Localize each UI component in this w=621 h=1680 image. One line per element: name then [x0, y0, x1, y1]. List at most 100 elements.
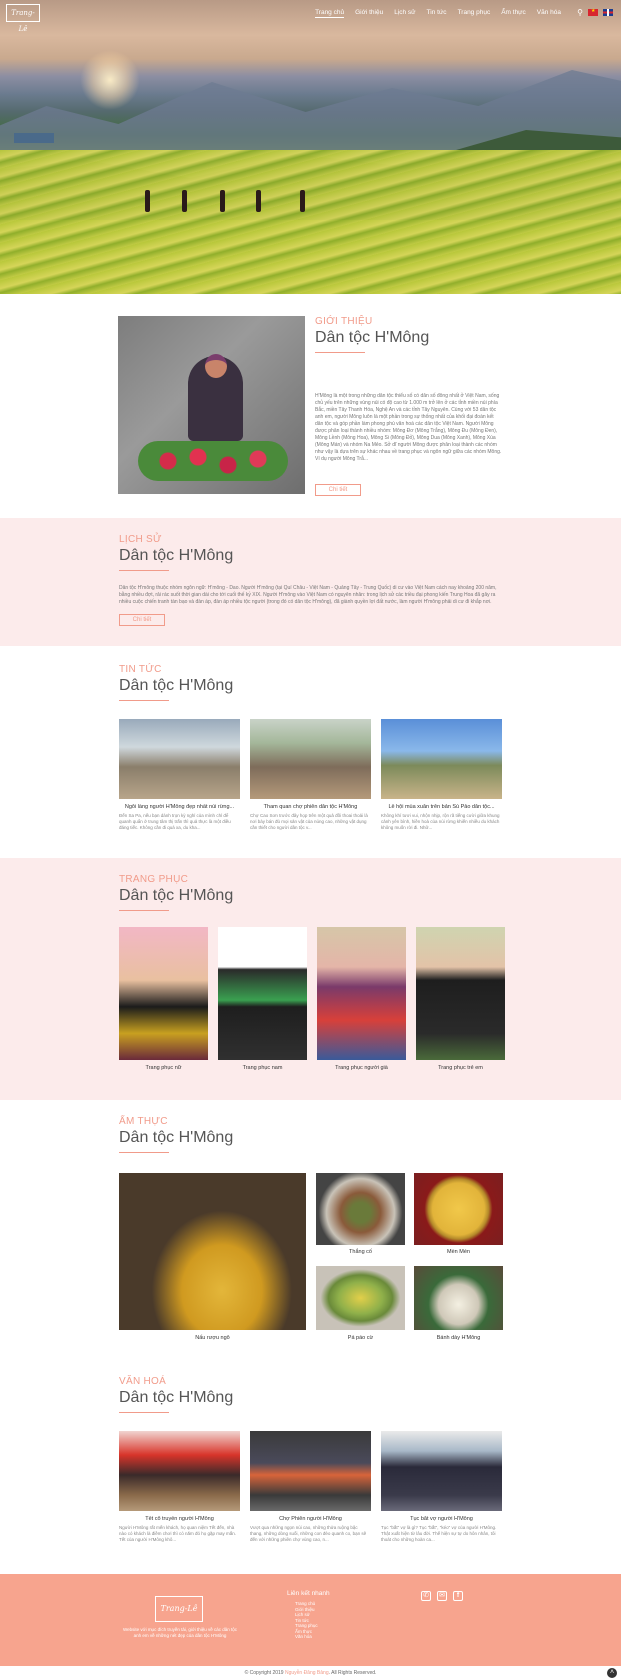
culture-thumbnail[interactable]: [250, 1431, 371, 1511]
news-excerpt: Chợ Cao Sơn trước đây họp trên một quả đ…: [250, 813, 368, 830]
costume-image[interactable]: [317, 927, 406, 1060]
section-label: TRANG PHỤC: [119, 874, 189, 885]
culture-card[interactable]: Tết cổ truyền người H'Mông Người H'Mông …: [119, 1431, 240, 1543]
history-detail-button[interactable]: Chi tiết: [119, 614, 165, 626]
footer-description: Website với mục đích truyền tải, giới th…: [122, 1627, 238, 1638]
news-title[interactable]: Tham quan chợ phiên dân tộc H'Mông: [250, 804, 371, 810]
culture-title[interactable]: Tục bắt vợ người H'Mông: [381, 1516, 502, 1522]
cuisine-title[interactable]: Mèn Mén: [414, 1249, 503, 1255]
news-card[interactable]: Tham quan chợ phiên dân tộc H'Mông Chợ C…: [250, 719, 371, 831]
culture-title[interactable]: Chợ Phiên người H'Mông: [250, 1516, 371, 1522]
section-divider: [119, 910, 169, 911]
facebook-icon[interactable]: f: [453, 1591, 463, 1601]
costume-image[interactable]: [416, 927, 505, 1060]
culture-section: VĂN HOÁ Dân tộc H'Mông Tết cổ truyền ngư…: [0, 1360, 621, 1574]
footer-link-culture[interactable]: Văn hóa: [295, 1634, 330, 1640]
nav-news[interactable]: Tin tức: [427, 9, 447, 18]
news-title[interactable]: Lễ hội mùa xuân trên bản Sủ Pảo dân tộc.…: [381, 804, 502, 810]
farmer-figure: [145, 190, 150, 212]
section-label: LỊCH SỬ: [119, 534, 162, 545]
nav-home[interactable]: Trang chủ: [315, 9, 345, 18]
costume-title[interactable]: Trang phục nam: [218, 1065, 307, 1071]
costume-card[interactable]: Trang phục người già: [317, 927, 406, 1071]
footer: Trang-Lê Website với mục đích truyền tải…: [0, 1574, 621, 1666]
radish-basket: [138, 441, 288, 481]
history-section: LỊCH SỬ Dân tộc H'Mông Dân tộc H'mông th…: [0, 518, 621, 646]
culture-thumbnail[interactable]: [381, 1431, 502, 1511]
cuisine-title[interactable]: Pá páo cừ: [316, 1335, 405, 1341]
cuisine-image[interactable]: [316, 1173, 405, 1245]
rice-terraces: [0, 150, 621, 294]
culture-card[interactable]: Tục bắt vợ người H'Mông Tục "bắt" vợ là …: [381, 1431, 502, 1543]
culture-excerpt: Vượt qua những ngọn núi cao, những thửa …: [250, 1525, 367, 1542]
nav-utilities: ⚲: [577, 8, 613, 17]
search-icon[interactable]: ⚲: [577, 8, 583, 17]
cuisine-section: ẨM THỰC Dân tộc H'Mông Nấu rượu ngô Thắn…: [0, 1100, 621, 1360]
intro-image: [118, 316, 305, 494]
cuisine-image[interactable]: [414, 1173, 503, 1245]
hut: [14, 133, 54, 143]
news-thumbnail[interactable]: [250, 719, 371, 799]
costume-section: TRANG PHỤC Dân tộc H'Mông Trang phục nữ …: [0, 858, 621, 1100]
copyright-prefix: © Copyright 2019: [244, 1670, 284, 1676]
costume-title[interactable]: Trang phục nữ: [119, 1065, 208, 1071]
culture-card[interactable]: Chợ Phiên người H'Mông Vượt qua những ng…: [250, 1431, 371, 1543]
site-logo[interactable]: Trang-Lê: [6, 4, 40, 33]
costume-card[interactable]: Trang phục nữ: [119, 927, 208, 1071]
intro-section: GIỚI THIỆU Dân tộc H'Mông H'Mông là một …: [0, 294, 621, 518]
footer-social: ✆ ✉ f: [421, 1591, 463, 1601]
cuisine-title[interactable]: Bánh dày H'Mông: [414, 1335, 503, 1341]
cuisine-image-main[interactable]: [119, 1173, 306, 1330]
culture-thumbnail[interactable]: [119, 1431, 240, 1511]
news-thumbnail[interactable]: [119, 719, 240, 799]
uk-flag-icon[interactable]: [603, 9, 613, 16]
cuisine-image[interactable]: [414, 1266, 503, 1330]
section-title: Dân tộc H'Mông: [119, 1129, 234, 1146]
news-section: TIN TỨC Dân tộc H'Mông Ngôi làng người H…: [0, 646, 621, 858]
section-divider: [119, 700, 169, 701]
nav-intro[interactable]: Giới thiệu: [355, 9, 383, 18]
mail-icon[interactable]: ✉: [437, 1591, 447, 1601]
nav-culture[interactable]: Văn hóa: [537, 9, 561, 18]
farmer-figure: [300, 190, 305, 212]
costume-card[interactable]: Trang phục trẻ em: [416, 927, 505, 1071]
costume-image[interactable]: [218, 927, 307, 1060]
culture-excerpt: Tục "bắt" vợ là gì? Tục "bắt", "kéo" vợ …: [381, 1525, 497, 1542]
intro-detail-button[interactable]: Chi tiết: [315, 484, 361, 496]
copyright-author-link[interactable]: Nguyễn Đăng Bảng: [285, 1670, 329, 1676]
nav-costume[interactable]: Trang phục: [458, 9, 491, 18]
nav-history[interactable]: Lịch sử: [394, 9, 415, 18]
nav-cuisine[interactable]: Ẩm thực: [501, 9, 526, 18]
sun-glow: [80, 50, 140, 110]
scroll-to-top-icon[interactable]: ˄: [607, 1668, 617, 1678]
footer-links-title: Liên kết nhanh: [287, 1590, 330, 1597]
costume-title[interactable]: Trang phục trẻ em: [416, 1065, 505, 1071]
phone-icon[interactable]: ✆: [421, 1591, 431, 1601]
intro-paragraph: H'Mông là một trong những dân tộc thiểu …: [315, 393, 502, 462]
section-label: GIỚI THIỆU: [315, 316, 373, 327]
farmer-figure: [256, 190, 261, 212]
costume-image[interactable]: [119, 927, 208, 1060]
costume-title[interactable]: Trang phục người già: [317, 1065, 406, 1071]
vn-flag-icon[interactable]: [588, 8, 598, 16]
section-divider: [119, 1412, 169, 1413]
footer-quick-links: Liên kết nhanh Trang chủ Giới thiệu Lịch…: [287, 1590, 330, 1640]
cuisine-title[interactable]: Nấu rượu ngô: [119, 1335, 306, 1341]
costume-card[interactable]: Trang phục nam: [218, 927, 307, 1071]
footer-logo[interactable]: Trang-Lê: [155, 1596, 203, 1622]
news-title[interactable]: Ngôi làng người H'Mông đẹp nhất núi rừng…: [119, 804, 240, 810]
section-title: Dân tộc H'Mông: [315, 329, 430, 346]
news-thumbnail[interactable]: [381, 719, 502, 799]
news-card[interactable]: Ngôi làng người H'Mông đẹp nhất núi rừng…: [119, 719, 240, 831]
news-card[interactable]: Lễ hội mùa xuân trên bản Sủ Pảo dân tộc.…: [381, 719, 502, 831]
cuisine-image[interactable]: [316, 1266, 405, 1330]
main-nav: Trang chủ Giới thiệu Lịch sử Tin tức Tra…: [315, 9, 561, 18]
culture-title[interactable]: Tết cổ truyền người H'Mông: [119, 1516, 240, 1522]
section-label: ẨM THỰC: [119, 1116, 168, 1127]
culture-excerpt: Người H'Mông rất mến khách, họ quan niệm…: [119, 1525, 237, 1542]
section-title: Dân tộc H'Mông: [119, 547, 234, 564]
news-excerpt: Không khí tươi vui, nhộn nhịp, rộn rã ti…: [381, 813, 500, 830]
section-label: TIN TỨC: [119, 664, 162, 675]
history-paragraph: Dân tộc H'mông thuộc nhóm ngôn ngữ: H'mô…: [119, 585, 497, 605]
cuisine-title[interactable]: Thắng cố: [316, 1249, 405, 1255]
